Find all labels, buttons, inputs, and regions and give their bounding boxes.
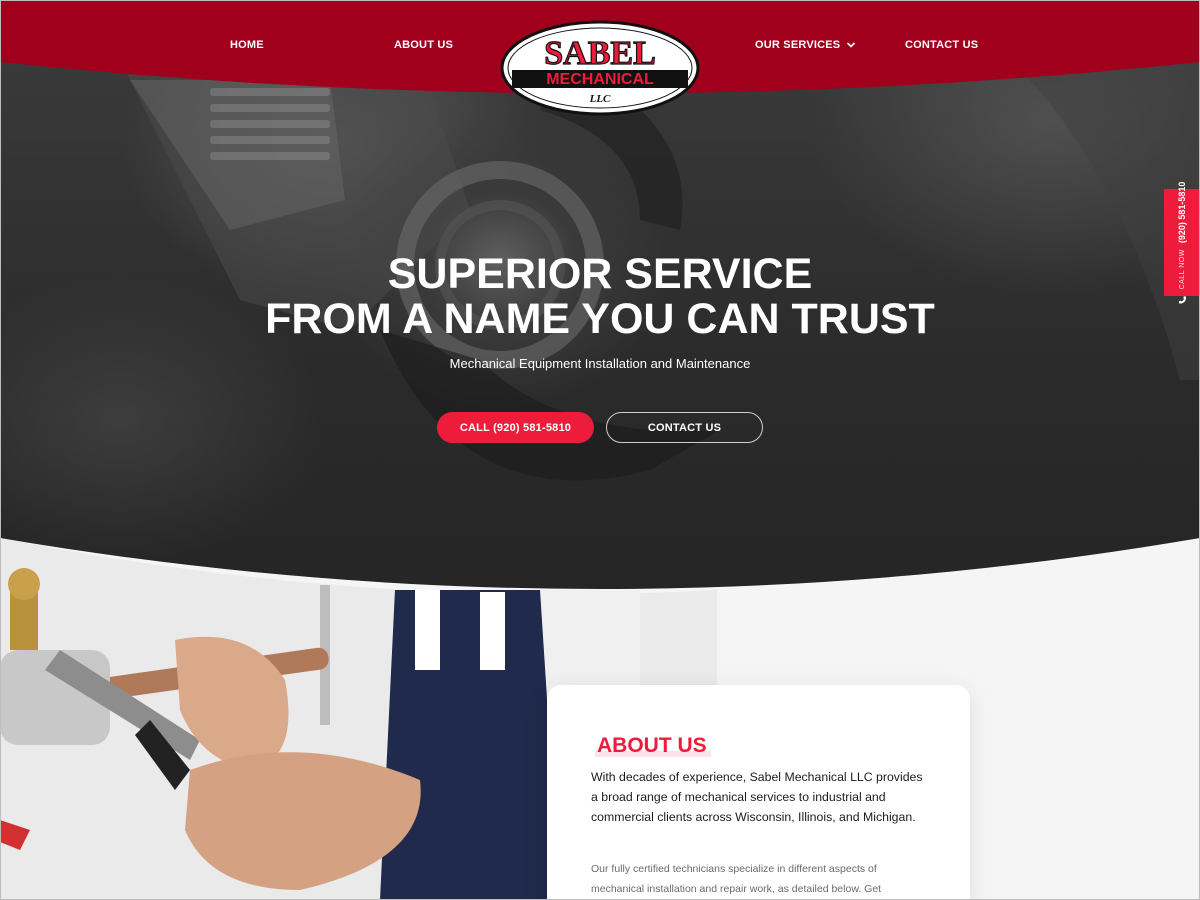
call-now-label: CALL NOW: [1178, 248, 1186, 289]
hero-title-line2: FROM A NAME YOU CAN TRUST: [265, 295, 935, 343]
call-now-side-tab[interactable]: CALL NOW (920) 581-5810: [1164, 181, 1200, 304]
call-now-number: (920) 581-5810: [1177, 181, 1187, 243]
about-us-card: ABOUT US With decades of experience, Sab…: [547, 685, 970, 900]
logo-line3: LLC: [589, 93, 611, 105]
nav-home[interactable]: HOME: [230, 39, 264, 51]
call-phone-button[interactable]: CALL (920) 581-5810: [437, 412, 594, 443]
nav-contact-us[interactable]: CONTACT US: [905, 39, 978, 51]
about-us-body: Our fully certified technicians speciali…: [591, 863, 882, 895]
nav-about-us[interactable]: ABOUT US: [394, 39, 453, 51]
about-us-title: ABOUT US: [595, 734, 711, 757]
hero-subtitle: Mechanical Equipment Installation and Ma…: [449, 356, 751, 371]
hero-title-line1: SUPERIOR SERVICE: [387, 250, 813, 298]
phone-icon: [1178, 295, 1186, 304]
nav-our-services[interactable]: OUR SERVICES: [755, 39, 856, 51]
logo-line2: MECHANICAL: [546, 71, 654, 88]
chevron-down-icon: [847, 42, 856, 48]
nav-our-services-label: OUR SERVICES: [755, 39, 841, 51]
logo-line1: SABEL: [544, 35, 656, 72]
sabel-mechanical-logo[interactable]: SABEL MECHANICAL LLC: [500, 20, 700, 116]
contact-us-button[interactable]: CONTACT US: [606, 412, 763, 443]
about-us-lead: With decades of experience, Sabel Mechan…: [591, 770, 923, 824]
